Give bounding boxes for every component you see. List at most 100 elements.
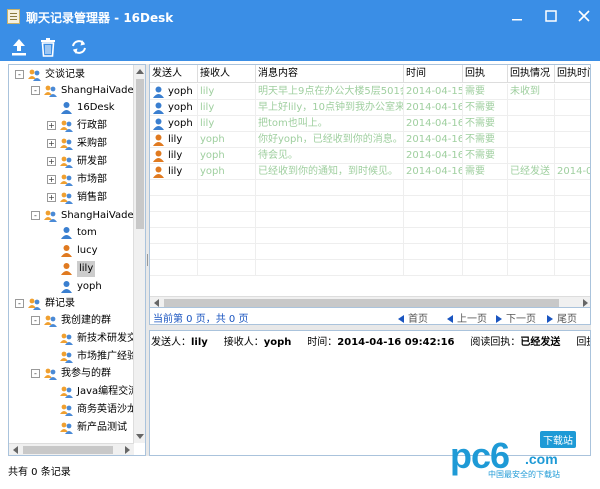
column-header[interactable]: 回执时间 bbox=[555, 65, 590, 83]
table-cell bbox=[508, 132, 555, 148]
table-cell: 2014-04- bbox=[555, 164, 590, 180]
user-icon bbox=[153, 86, 164, 98]
sender-name: lily bbox=[168, 134, 183, 145]
tree-collapse-icon[interactable]: - bbox=[31, 369, 40, 378]
first-page-button[interactable]: 首页 bbox=[398, 310, 428, 325]
column-header[interactable]: 回执 bbox=[463, 65, 508, 83]
sender-name: yoph bbox=[168, 118, 193, 129]
tree-node[interactable]: yoph bbox=[9, 279, 134, 295]
tree-node-label: 行政部 bbox=[77, 120, 107, 131]
grid-hscroll-thumb[interactable] bbox=[164, 299, 559, 307]
column-header[interactable]: 时间 bbox=[404, 65, 463, 83]
scroll-down-icon[interactable] bbox=[136, 434, 144, 440]
table-cell bbox=[463, 228, 508, 244]
delete-button[interactable] bbox=[37, 36, 59, 58]
tree-scroll-thumb[interactable] bbox=[136, 79, 144, 229]
table-cell: 不需要 bbox=[463, 116, 508, 132]
tree-node[interactable]: 商务英语沙龙 bbox=[9, 402, 134, 418]
tree-node[interactable]: Java编程交流 bbox=[9, 384, 134, 400]
table-cell bbox=[256, 212, 404, 228]
tree-node[interactable]: 新产品测试 bbox=[9, 420, 134, 436]
column-header[interactable]: 接收人 bbox=[198, 65, 256, 83]
minimize-button[interactable] bbox=[506, 5, 528, 27]
tree-hscroll-thumb[interactable] bbox=[23, 446, 113, 454]
tree-collapse-icon[interactable]: - bbox=[31, 86, 40, 95]
tree-node[interactable]: - ShangHaiVadeW bbox=[9, 208, 134, 224]
tree-node[interactable]: lucy bbox=[9, 243, 134, 259]
column-header[interactable]: 消息内容 bbox=[256, 65, 404, 83]
tree-node[interactable]: lily bbox=[9, 261, 134, 277]
table-cell bbox=[555, 244, 590, 260]
tree-collapse-icon[interactable]: - bbox=[15, 70, 24, 79]
table-cell bbox=[256, 180, 404, 196]
tree-node[interactable]: 16Desk bbox=[9, 100, 134, 116]
table-row[interactable]: yoph lily把tom也叫上。2014-04-16...不需要 bbox=[150, 116, 590, 132]
tree-expand-icon[interactable]: + bbox=[47, 193, 56, 202]
tree-node[interactable]: + 采购部 bbox=[9, 136, 134, 152]
tree-collapse-icon[interactable]: - bbox=[31, 211, 40, 220]
column-header[interactable]: 发送人 bbox=[150, 65, 198, 83]
table-cell: lily bbox=[198, 84, 256, 100]
detail-sender: lily bbox=[191, 337, 208, 348]
table-row[interactable]: lily yoph已经收到你的通知，到时候见。2014-04-16...需要已经发… bbox=[150, 164, 590, 180]
table-row bbox=[150, 180, 590, 196]
column-header[interactable]: 回执情况 bbox=[508, 65, 555, 83]
table-cell: 2014-04-16... bbox=[404, 164, 463, 180]
tree-node-label: 采购部 bbox=[77, 138, 107, 149]
maximize-button[interactable] bbox=[540, 5, 562, 27]
scroll-left-icon[interactable] bbox=[153, 299, 159, 307]
tree-node[interactable]: - 我参与的群 bbox=[9, 366, 134, 382]
contact-tree[interactable]: -交谈记录-ShangHaiVadeW16Desk+行政部+采购部+研发部+市场… bbox=[9, 65, 134, 443]
detail-read-label: 阅读回执： bbox=[470, 337, 521, 348]
table-cell bbox=[198, 228, 256, 244]
table-row[interactable]: yoph lily早上好lily，10点钟到我办公室来一...2014-04-16… bbox=[150, 100, 590, 116]
tree-vertical-scrollbar[interactable] bbox=[133, 65, 145, 443]
tree-node[interactable]: 市场推广经验 bbox=[9, 349, 134, 365]
tree-horizontal-scrollbar[interactable] bbox=[9, 443, 134, 455]
tree-collapse-icon[interactable]: - bbox=[15, 299, 24, 308]
tree-node-label: 我参与的群 bbox=[61, 368, 111, 379]
export-button[interactable] bbox=[8, 36, 30, 58]
tree-node[interactable]: - 群记录 bbox=[9, 296, 134, 312]
tree-node[interactable]: + 销售部 bbox=[9, 190, 134, 206]
close-button[interactable] bbox=[573, 5, 595, 27]
table-row[interactable]: lily yoph你好yoph，已经收到你的消息。2014-04-16...不需要 bbox=[150, 132, 590, 148]
scroll-right-icon[interactable] bbox=[583, 299, 589, 307]
scroll-right-icon[interactable] bbox=[125, 446, 131, 454]
table-row[interactable]: yoph lily明天早上9点在办公大楼5层501会...2014-04-15..… bbox=[150, 84, 590, 100]
tree-node[interactable]: + 研发部 bbox=[9, 154, 134, 170]
tree-node[interactable]: - 我创建的群 bbox=[9, 313, 134, 329]
tree-node[interactable]: tom bbox=[9, 225, 134, 241]
tree-node[interactable]: - 交谈记录 bbox=[9, 67, 134, 83]
tree-expand-icon[interactable]: + bbox=[47, 139, 56, 148]
scroll-up-icon[interactable] bbox=[136, 68, 144, 74]
tree-expand-icon[interactable]: + bbox=[47, 175, 56, 184]
table-cell: yoph bbox=[198, 148, 256, 164]
prev-page-label: 上一页 bbox=[457, 314, 487, 325]
table-cell bbox=[404, 180, 463, 196]
tree-expand-icon[interactable]: + bbox=[47, 157, 56, 166]
refresh-button[interactable] bbox=[68, 36, 90, 58]
tree-collapse-icon[interactable]: - bbox=[31, 316, 40, 325]
next-page-button[interactable]: 下一页 bbox=[496, 310, 536, 325]
tree-node[interactable]: + 市场部 bbox=[9, 172, 134, 188]
watermark-domain: .com bbox=[525, 451, 558, 467]
table-cell: 已经发送 bbox=[508, 164, 555, 180]
watermark-slogan: 中国最安全的下载站 bbox=[488, 470, 560, 479]
table-cell bbox=[463, 260, 508, 276]
prev-page-button[interactable]: 上一页 bbox=[447, 310, 487, 325]
last-page-button[interactable]: 尾页 bbox=[547, 310, 577, 325]
table-row[interactable]: lily yoph待会见。2014-04-16...不需要 bbox=[150, 148, 590, 164]
table-cell: 把tom也叫上。 bbox=[256, 116, 404, 132]
table-cell bbox=[198, 212, 256, 228]
table-cell bbox=[555, 132, 590, 148]
tree-node-label: tom bbox=[77, 227, 97, 238]
tree-node[interactable]: - ShangHaiVadeW bbox=[9, 83, 134, 99]
tree-node[interactable]: 新技术研发交 bbox=[9, 331, 134, 347]
tree-expand-icon[interactable]: + bbox=[47, 121, 56, 130]
tree-node[interactable]: + 行政部 bbox=[9, 118, 134, 134]
grid-header: 发送人接收人消息内容时间回执回执情况回执时间 bbox=[150, 65, 590, 83]
scroll-left-icon[interactable] bbox=[12, 446, 18, 454]
table-cell: yoph bbox=[150, 84, 198, 100]
group-icon bbox=[60, 350, 73, 363]
